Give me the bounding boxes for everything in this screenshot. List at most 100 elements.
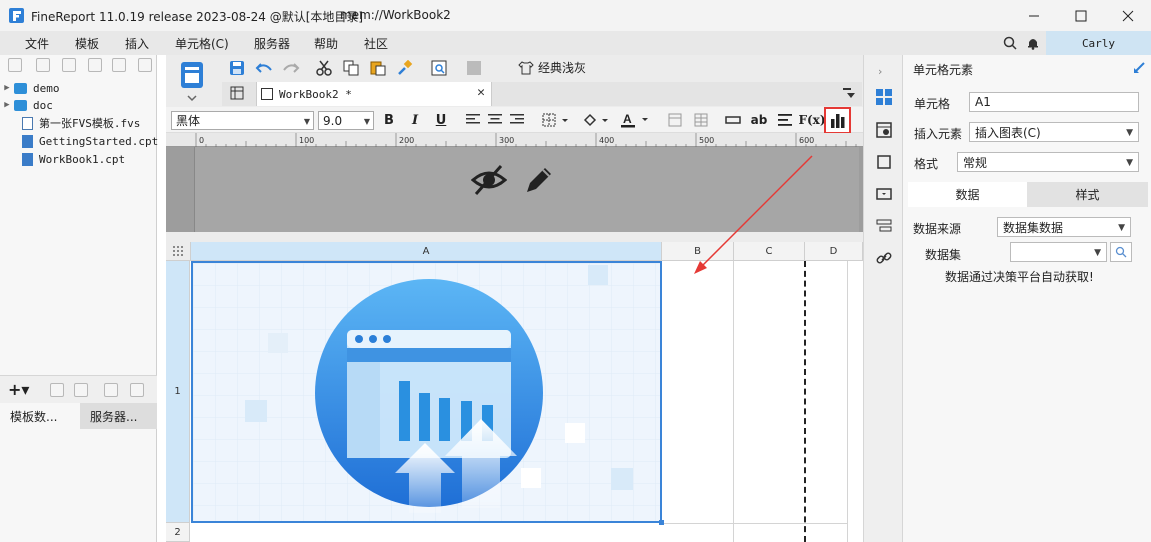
tree-item-demo[interactable]: ▶ demo: [0, 79, 59, 97]
cell-element-icon[interactable]: [876, 89, 892, 105]
tab-menu-icon[interactable]: [842, 86, 856, 100]
settings-icon[interactable]: [88, 58, 102, 72]
template-type-icon[interactable]: [176, 58, 208, 106]
tree-item-doc[interactable]: ▶ doc: [0, 96, 53, 114]
ruler-label: 200: [399, 136, 414, 145]
preview-icon[interactable]: [428, 57, 450, 79]
tree-item-gettingstarted[interactable]: GettingStarted.cpt: [22, 132, 158, 150]
datasource-toolbar: +▾: [0, 375, 157, 403]
underline-button[interactable]: U: [430, 110, 452, 130]
minimize-button[interactable]: [1011, 0, 1057, 31]
menu-cell[interactable]: 单元格(C): [175, 35, 229, 52]
tab-workbook2[interactable]: WorkBook2 * ✕: [256, 82, 492, 106]
insert-chart-button[interactable]: [824, 107, 851, 134]
delete-icon[interactable]: [112, 58, 126, 72]
close-tab-icon[interactable]: ✕: [477, 85, 485, 100]
cell-attribute-icon[interactable]: [876, 122, 892, 138]
font-size-select[interactable]: 9.0 ▼: [318, 111, 374, 130]
tab-server-datasets[interactable]: 服务器...: [80, 403, 157, 429]
align-center-icon[interactable]: [484, 110, 506, 130]
finereport-logo-icon: [9, 8, 24, 23]
sql-icon[interactable]: [130, 383, 144, 397]
undo-icon[interactable]: [253, 57, 275, 79]
rich-text-icon[interactable]: [774, 110, 796, 130]
fill-color-icon[interactable]: [580, 110, 612, 130]
expand-arrow-icon[interactable]: ›: [878, 65, 882, 78]
widget-settings-icon[interactable]: [876, 186, 892, 202]
float-element-icon[interactable]: [876, 154, 892, 170]
dataset-select[interactable]: ▼: [1010, 242, 1107, 262]
copy-icon[interactable]: [340, 57, 362, 79]
bold-button[interactable]: B: [378, 110, 400, 130]
grid-view-icon[interactable]: [229, 85, 245, 101]
chevron-down-icon: ▼: [1126, 158, 1133, 168]
preview-icon[interactable]: [104, 383, 118, 397]
pencil-icon[interactable]: [523, 164, 555, 196]
format-label: 格式: [914, 157, 939, 171]
redo-icon[interactable]: [280, 57, 302, 79]
datasource-label: 数据来源: [913, 222, 962, 236]
tab-data[interactable]: 数据: [908, 182, 1027, 207]
align-right-icon[interactable]: [506, 110, 528, 130]
add-icon[interactable]: +▾: [8, 380, 29, 399]
select-all-corner[interactable]: [166, 242, 191, 261]
ruler-label: 400: [599, 136, 614, 145]
tab-template-datasets[interactable]: 模板数...: [0, 403, 80, 429]
border-icon[interactable]: [540, 110, 572, 130]
menu-file[interactable]: 文件: [25, 35, 49, 52]
save-icon[interactable]: [226, 57, 248, 79]
pin-icon[interactable]: [1133, 62, 1145, 74]
menu-help[interactable]: 帮助: [314, 35, 338, 52]
close-button[interactable]: [1105, 0, 1151, 31]
expand-caret-icon[interactable]: ▶: [0, 83, 14, 93]
font-color-icon[interactable]: A: [618, 110, 652, 130]
format-painter-icon[interactable]: [394, 57, 416, 79]
cell-a1-chart[interactable]: [191, 261, 662, 523]
text-widget-button[interactable]: ab: [748, 110, 770, 130]
tab-style[interactable]: 样式: [1027, 182, 1148, 207]
row-header-2[interactable]: 2: [166, 523, 190, 542]
menu-server[interactable]: 服务器: [254, 35, 290, 52]
ruler-label: 100: [299, 136, 314, 145]
theme-switcher[interactable]: 经典浅灰: [518, 59, 586, 76]
hyperlink-icon[interactable]: [876, 250, 892, 266]
hidden-eye-icon[interactable]: [471, 164, 507, 196]
edit-icon[interactable]: [50, 383, 64, 397]
menu-insert[interactable]: 插入: [125, 35, 149, 52]
chevron-down-icon: ▼: [1126, 128, 1133, 138]
datasource-select[interactable]: 数据集数据 ▼: [997, 217, 1131, 237]
font-family-select[interactable]: 黑体 ▼: [171, 111, 314, 130]
user-account[interactable]: Carly: [1046, 31, 1151, 55]
formula-button[interactable]: F(x): [798, 110, 825, 130]
search-icon[interactable]: [1003, 36, 1017, 50]
new-folder-icon[interactable]: [8, 58, 22, 72]
insert-element-label: 插入元素: [914, 127, 963, 141]
row-header-1[interactable]: 1: [166, 261, 190, 523]
delete-icon[interactable]: [74, 383, 88, 397]
selection-handle[interactable]: [659, 520, 664, 525]
menu-community[interactable]: 社区: [364, 35, 388, 52]
menu-template[interactable]: 模板: [75, 35, 99, 52]
locate-icon[interactable]: [62, 58, 76, 72]
open-icon[interactable]: [36, 58, 50, 72]
cell-address-field[interactable]: A1: [969, 92, 1139, 112]
tree-item-workbook1[interactable]: WorkBook1.cpt: [22, 150, 125, 168]
align-left-icon[interactable]: [462, 110, 484, 130]
paste-icon[interactable]: [367, 57, 389, 79]
column-header-a[interactable]: A: [191, 242, 662, 261]
tree-item-fvs[interactable]: 第一张FVS模板.fvs: [22, 114, 140, 132]
collapse-icon[interactable]: [138, 58, 152, 72]
dataset-search-button[interactable]: [1110, 242, 1132, 262]
notification-bell-icon[interactable]: [1026, 36, 1040, 50]
condition-attribute-icon[interactable]: [876, 218, 892, 234]
ruler-label: 300: [499, 136, 514, 145]
theme-label: 经典浅灰: [538, 61, 587, 75]
italic-button[interactable]: I: [404, 110, 426, 130]
insert-element-select[interactable]: 插入图表(C) ▼: [969, 122, 1139, 142]
cut-icon[interactable]: [313, 57, 335, 79]
expand-caret-icon[interactable]: ▶: [0, 100, 14, 110]
format-select[interactable]: 常规 ▼: [957, 152, 1139, 172]
textfield-icon[interactable]: [722, 110, 744, 130]
maximize-button[interactable]: [1058, 0, 1104, 31]
auto-fetch-note: 数据通过决策平台自动获取!: [945, 270, 1094, 284]
